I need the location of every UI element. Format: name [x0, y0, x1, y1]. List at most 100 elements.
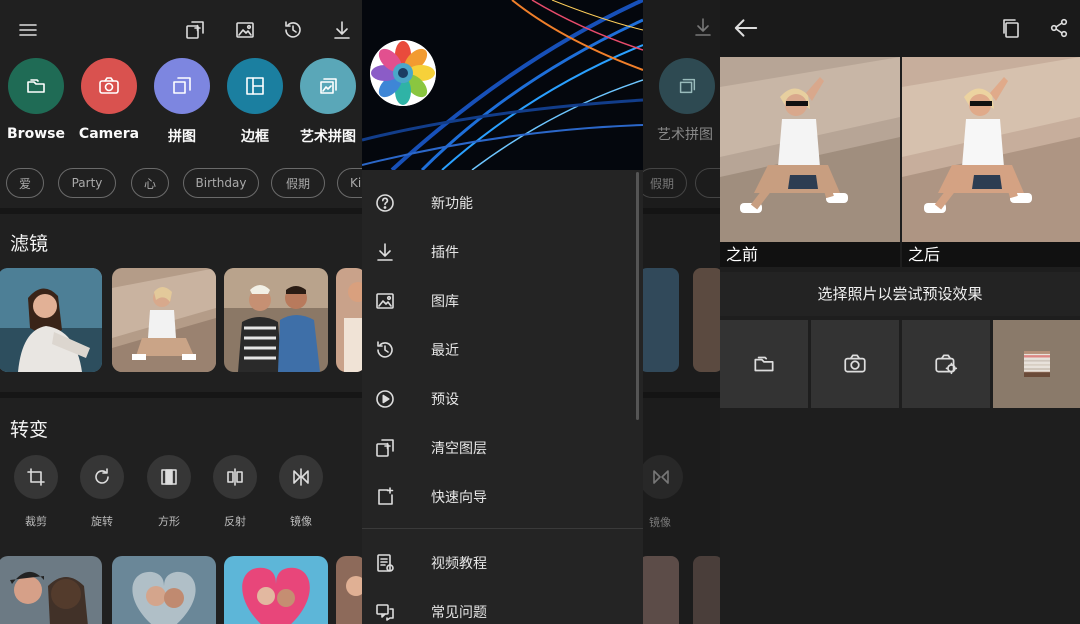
browse-action[interactable]: Browse	[0, 58, 72, 142]
tag-chips: 爱 Party 心 Birthday 假期 Ki	[0, 168, 362, 198]
collage-action[interactable]: 拼图	[146, 58, 218, 146]
filter-thumb-4[interactable]	[336, 268, 362, 372]
menu-item-clear-layers[interactable]: 清空图层	[362, 426, 643, 470]
preset-toolbar	[720, 0, 1080, 57]
download-icon	[334, 21, 350, 39]
download-icon	[377, 243, 393, 261]
camera-settings-icon	[935, 354, 958, 375]
chip-holiday-dimmed: 假期	[643, 168, 687, 198]
camera-tile[interactable]	[811, 320, 899, 408]
copy-icon	[1003, 19, 1019, 38]
collage-label: 拼图	[168, 129, 196, 145]
navigation-drawer: 新功能 插件 图库 最近 预设 清空图层 快速向导 视频教程 常见问题	[362, 0, 643, 624]
woman-sitting-image	[112, 268, 216, 372]
faq-icon	[376, 604, 394, 621]
thumb-dimmed-2	[693, 268, 720, 372]
share-button[interactable]	[1048, 17, 1070, 43]
menu-item-gallery[interactable]: 图库	[362, 279, 643, 323]
browse-label: Browse	[7, 126, 65, 142]
chip-party[interactable]: Party	[58, 168, 116, 198]
share-icon	[1050, 18, 1068, 38]
collage-icon	[173, 77, 191, 94]
woman-portrait-image	[0, 268, 102, 372]
transform-title: 转变	[10, 419, 49, 441]
history-button[interactable]	[279, 16, 307, 44]
chip-next-dimmed	[695, 168, 720, 198]
mirror-label-dimmed: 镜像	[649, 516, 671, 529]
camera-settings-tile[interactable]	[902, 320, 990, 408]
select-photo-prompt: 选择照片以尝试预设效果	[720, 272, 1080, 316]
collage-circle	[154, 58, 210, 114]
main-screen-behind-drawer[interactable]: 艺术拼图 假期 镜像	[643, 0, 720, 624]
rotate-tool[interactable]: 旋转	[72, 455, 132, 529]
download-button[interactable]	[328, 16, 356, 44]
mirror-circle-dimmed	[643, 455, 683, 499]
after-photo	[902, 57, 1080, 242]
chip-holiday[interactable]: 假期	[271, 168, 325, 198]
frame-action[interactable]: 边框	[219, 58, 291, 146]
reflect-tool[interactable]: 反射	[205, 455, 265, 529]
menu-item-quick-guide[interactable]: 快速向导	[362, 475, 643, 519]
thumb-dimmed-1	[643, 268, 679, 372]
frame-label: 边框	[241, 129, 269, 145]
transform-thumb-4[interactable]	[336, 556, 362, 624]
transform-thumb-3[interactable]	[224, 556, 328, 624]
rotate-circle	[80, 455, 124, 499]
filter-thumb-1[interactable]	[0, 268, 102, 372]
chip-birthday[interactable]: Birthday	[183, 168, 259, 198]
drawer-scrollbar[interactable]	[636, 172, 639, 420]
browse-tile[interactable]	[720, 320, 808, 408]
transform-thumb-2[interactable]	[112, 556, 216, 624]
mirror-label: 镜像	[290, 515, 312, 528]
before-after-compare: 之前 之后	[720, 57, 1080, 267]
recent-photo-tile[interactable]	[993, 320, 1080, 408]
mirror-icon	[653, 470, 669, 484]
gallery-icon	[376, 293, 394, 309]
back-button[interactable]	[732, 14, 760, 46]
menu-button[interactable]	[14, 16, 42, 44]
folder-icon	[754, 356, 774, 372]
mirror-tool[interactable]: 镜像	[271, 455, 331, 529]
menu-item-label: 预设	[431, 392, 459, 408]
crop-tool[interactable]: 裁剪	[6, 455, 66, 529]
chip-love[interactable]: 爱	[6, 168, 44, 198]
partial-thumb-2-image	[336, 556, 362, 624]
transform-thumbnails	[0, 556, 362, 624]
section-divider	[0, 208, 362, 214]
gallery-button[interactable]	[231, 16, 259, 44]
before-photo	[720, 57, 900, 242]
couple-image	[0, 556, 102, 624]
filter-thumb-3[interactable]	[224, 268, 328, 372]
chip-heart[interactable]: 心	[131, 168, 169, 198]
quick-actions: Browse Camera 拼图 边框 艺术拼图	[0, 58, 362, 148]
arrow-left-icon	[734, 19, 758, 37]
filter-thumb-2[interactable]	[112, 268, 216, 372]
app-logo	[370, 40, 436, 106]
menu-item-presets[interactable]: 预设	[362, 377, 643, 421]
camera-action[interactable]: Camera	[73, 58, 145, 142]
section-divider-2	[0, 392, 362, 398]
thumb-dimmed-4	[693, 556, 720, 624]
history-icon	[285, 21, 301, 38]
two-men-image	[224, 268, 328, 372]
square-tool[interactable]: 方形	[139, 455, 199, 529]
quick-guide-icon	[378, 487, 394, 505]
square-circle	[147, 455, 191, 499]
menu-item-label: 新功能	[431, 196, 473, 212]
main-screen: Browse Camera 拼图 边框 艺术拼图 爱 Party 心 Birth…	[0, 0, 362, 624]
after-label: 之后	[902, 242, 1080, 267]
mirror-circle	[279, 455, 323, 499]
menu-item-label: 快速向导	[431, 490, 487, 506]
copy-button[interactable]	[1000, 17, 1022, 43]
menu-item-recent[interactable]: 最近	[362, 328, 643, 372]
chip-kids[interactable]: Ki	[337, 168, 362, 198]
menu-item-video-tutorial[interactable]: 视频教程	[362, 541, 643, 585]
partial-thumb-image	[336, 268, 362, 372]
menu-item-whats-new[interactable]: 新功能	[362, 181, 643, 225]
transform-thumb-1[interactable]	[0, 556, 102, 624]
divider-dimmed-2	[643, 392, 720, 398]
clear-layers-button[interactable]	[181, 16, 209, 44]
menu-item-plugins[interactable]: 插件	[362, 230, 643, 274]
menu-item-faq[interactable]: 常见问题	[362, 590, 643, 624]
art-collage-action[interactable]: 艺术拼图	[292, 58, 362, 146]
